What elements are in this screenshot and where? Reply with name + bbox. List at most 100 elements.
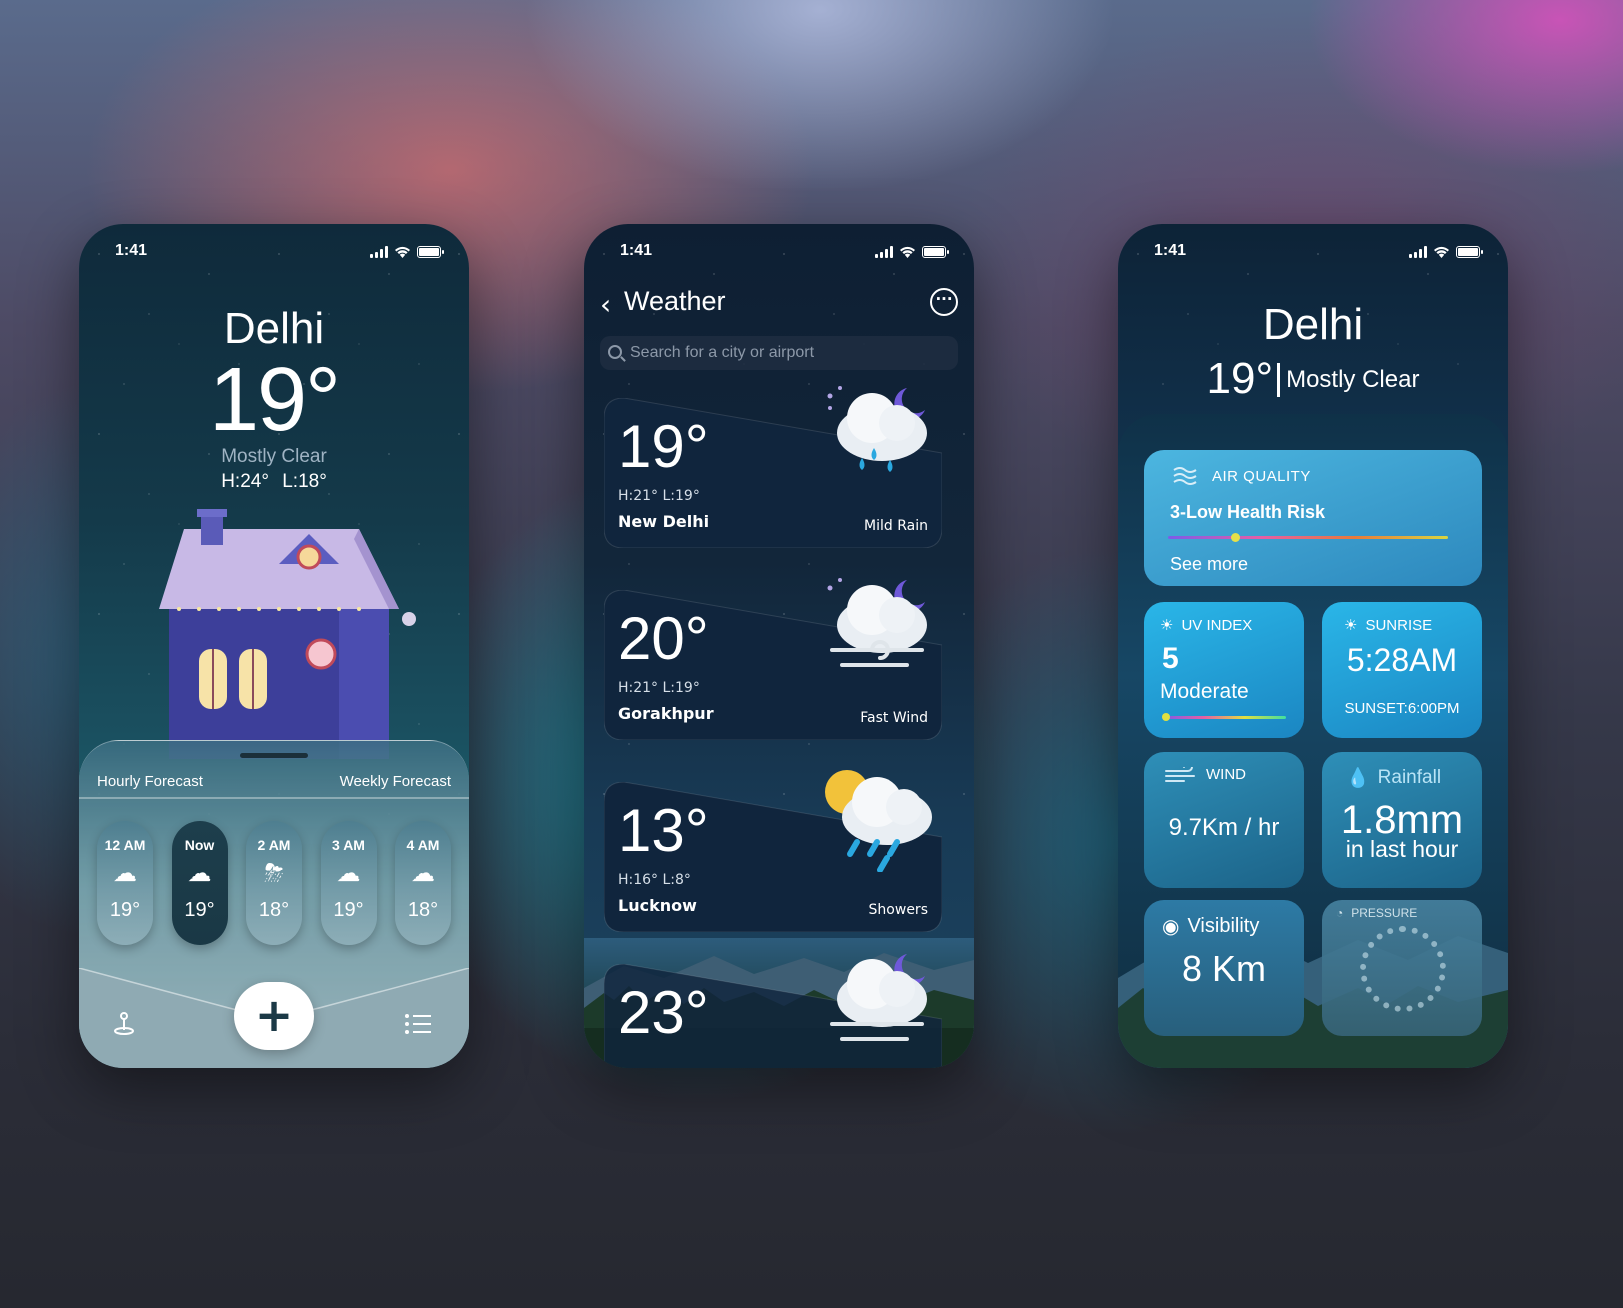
hour-temp: 19° xyxy=(333,899,364,921)
current-temperature: 19° xyxy=(208,350,341,450)
visibility-value: 8 Km xyxy=(1181,948,1267,989)
uv-scale xyxy=(1162,716,1286,719)
air-quality-card[interactable]: AIR QUALITY 3-Low Health Risk See more xyxy=(1144,450,1482,586)
status-time: 1:41 xyxy=(620,242,653,259)
forecast-sheet[interactable]: Hourly Forecast Weekly Forecast 12 AM ☁ … xyxy=(79,740,469,1068)
wifi-icon xyxy=(1434,246,1449,258)
wind-speed: 9.7Km / hr xyxy=(1168,814,1280,841)
hour-temp: 18° xyxy=(258,899,290,921)
search-icon xyxy=(608,345,622,359)
uv-sun-icon: ☀ xyxy=(1160,617,1174,634)
sunrise-card[interactable]: ☀ SUNRISE 5:28AM SUNSET:6:00PM xyxy=(1322,602,1482,738)
tab-hourly-forecast[interactable]: Hourly Forecast xyxy=(97,773,203,790)
phone-details-screen: 1:41 Delhi 19° Mostly Clear AIR QUALITY 3… xyxy=(1118,224,1508,1068)
list-icon[interactable] xyxy=(403,1012,433,1036)
card-condition: Showers xyxy=(868,902,928,918)
air-quality-marker xyxy=(1231,533,1241,542)
separator xyxy=(1277,363,1281,397)
moon-cloud-icon: ☁ xyxy=(113,860,137,887)
house-illustration xyxy=(159,509,416,759)
visibility-header: Visibility xyxy=(1187,915,1260,937)
sunrise-header: SUNRISE xyxy=(1365,616,1433,634)
search-placeholder: Search for a city or airport xyxy=(630,344,815,361)
high-low: H:24° L:18° xyxy=(79,471,469,493)
card-temp: 20° xyxy=(618,605,709,672)
hour-item[interactable]: 12 AM ☁ 19° xyxy=(97,821,153,945)
city-card[interactable]: 23° xyxy=(604,954,942,1068)
card-city: Gorakhpur xyxy=(618,704,714,723)
uv-value: 5 xyxy=(1162,642,1179,675)
search-input[interactable]: Search for a city or airport xyxy=(600,336,958,370)
card-temp: 13° xyxy=(618,797,709,864)
nav-bar: ‹ Weather ··· xyxy=(600,282,958,322)
wifi-icon xyxy=(900,246,915,258)
more-options-icon[interactable]: ··· xyxy=(930,288,958,316)
wind-card[interactable]: WIND 9.7Km / hr xyxy=(1144,752,1304,888)
rainfall-card[interactable]: 💧 Rainfall 1.8mm in last hour xyxy=(1322,752,1482,888)
status-time: 1:41 xyxy=(1154,242,1187,259)
signal-icon xyxy=(1409,246,1427,258)
card-temp: 19° xyxy=(618,413,709,480)
current-temperature: 19° xyxy=(1206,354,1274,403)
visibility-card[interactable]: ◉ Visibility 8 Km xyxy=(1144,900,1304,1036)
battery-icon xyxy=(1456,246,1483,258)
tab-bar: + xyxy=(79,968,469,1068)
moon-cloud-icon: ☁ xyxy=(187,860,212,887)
sheet-handle[interactable] xyxy=(240,753,308,758)
card-high-low: H:16° L:8° xyxy=(618,872,691,888)
hour-item[interactable]: 4 AM ☁ 18° xyxy=(395,821,451,945)
hourly-list: 12 AM ☁ 19° Now ☁ 19° 2 AM ⛈ 18° 3 AM ☁ … xyxy=(97,821,451,945)
status-bar: 1:41 xyxy=(1118,242,1508,264)
hour-label: 2 AM xyxy=(257,837,291,853)
back-chevron-icon[interactable]: ‹ xyxy=(600,288,611,321)
uv-index-card[interactable]: ☀ UV INDEX 5 Moderate xyxy=(1144,602,1304,738)
sun-rain-cloud-icon xyxy=(825,770,932,872)
city-card[interactable]: 13° H:16° L:8° Lucknow Showers xyxy=(604,770,942,932)
sunrise-time: 5:28AM xyxy=(1346,642,1458,678)
tab-weekly-forecast[interactable]: Weekly Forecast xyxy=(340,773,451,790)
uv-header: UV INDEX xyxy=(1181,616,1253,634)
hour-item[interactable]: 3 AM ☁ 19° xyxy=(320,821,377,945)
air-quality-header: AIR QUALITY xyxy=(1212,468,1311,485)
moon-wind-cloud-icon xyxy=(827,578,927,667)
card-city: Lucknow xyxy=(618,896,697,915)
hour-label: Now xyxy=(184,837,215,853)
moon-rain-cloud-icon xyxy=(827,386,927,472)
hour-label: 3 AM xyxy=(332,837,365,853)
city-name: Delhi xyxy=(1262,300,1364,349)
hour-label: 12 AM xyxy=(104,837,146,853)
city-name: Delhi xyxy=(223,304,325,353)
pressure-card[interactable]: ◔ PRESSURE xyxy=(1322,900,1482,1036)
rainfall-header: Rainfall xyxy=(1377,767,1442,788)
hour-temp: 19° xyxy=(184,899,215,921)
air-quality-scale xyxy=(1168,536,1448,539)
hour-temp: 19° xyxy=(109,899,141,921)
pressure-header: PRESSURE xyxy=(1351,906,1418,920)
hour-item-now[interactable]: Now ☁ 19° xyxy=(171,821,228,945)
wind-waves-icon xyxy=(1173,467,1197,485)
phone-city-list-screen: 1:41 ‹ Weather ··· Search for a city or … xyxy=(584,224,974,1068)
rainfall-detail: in last hour xyxy=(1345,836,1459,862)
hour-temp: 18° xyxy=(407,899,439,921)
hour-item[interactable]: 2 AM ⛈ 18° xyxy=(246,821,302,945)
phone-home-screen: 1:41 Delhi 19° Mostly Clear H:24° L:18° … xyxy=(79,224,469,1068)
map-pin-icon[interactable] xyxy=(109,1008,139,1038)
sunset-time: SUNSET:6:00PM xyxy=(1344,700,1460,717)
status-time: 1:41 xyxy=(115,242,148,259)
pressure-icon: ◔ xyxy=(1336,906,1344,920)
add-city-button[interactable]: + xyxy=(234,982,314,1050)
page-title: Weather xyxy=(624,286,726,316)
moon-wind-cloud-icon xyxy=(830,954,927,1041)
high-temp: H:24° xyxy=(221,471,269,492)
city-card[interactable]: 19° H:21° L:19° New Delhi Mild Rain xyxy=(604,386,942,548)
card-high-low: H:21° L:19° xyxy=(618,488,700,504)
moon-rain-cloud-icon: ☁ xyxy=(336,860,361,887)
moon-rain-cloud-icon: ☁ xyxy=(411,860,435,887)
see-more-link[interactable]: See more xyxy=(1170,554,1248,575)
card-temp: 23° xyxy=(618,979,709,1046)
hour-label: 4 AM xyxy=(406,837,440,853)
condition-text: Mostly Clear xyxy=(221,446,327,467)
status-bar: 1:41 xyxy=(584,242,974,264)
city-card[interactable]: 20° H:21° L:19° Gorakhpur Fast Wind xyxy=(604,578,942,740)
wind-icon xyxy=(1165,766,1195,782)
